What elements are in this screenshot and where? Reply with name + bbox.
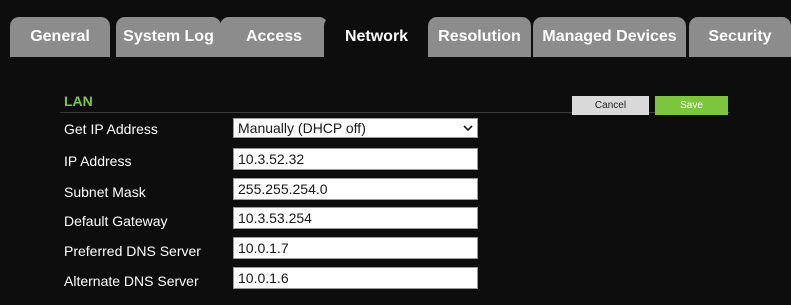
tab-general[interactable]: General [10, 17, 110, 57]
preferred-dns-label: Preferred DNS Server [64, 243, 201, 259]
save-button[interactable]: Save [655, 96, 728, 115]
subnet-mask-label: Subnet Mask [64, 184, 146, 200]
settings-window: General System Log Access Network Resolu… [0, 0, 791, 305]
section-title: LAN [64, 93, 93, 109]
tab-access[interactable]: Access [220, 17, 328, 57]
get-ip-address-value: Manually (DHCP off) [238, 120, 366, 136]
tab-security[interactable]: Security [689, 17, 791, 57]
alternate-dns-label: Alternate DNS Server [64, 273, 199, 289]
tab-system-log[interactable]: System Log [116, 17, 221, 57]
subnet-mask-field[interactable]: 255.255.254.0 [233, 178, 478, 200]
preferred-dns-field[interactable]: 10.0.1.7 [233, 237, 478, 259]
chevron-down-icon [459, 119, 477, 137]
alternate-dns-field[interactable]: 10.0.1.6 [233, 267, 478, 289]
get-ip-address-select[interactable]: Manually (DHCP off) [233, 118, 478, 138]
tab-resolution[interactable]: Resolution [428, 17, 531, 57]
tab-managed-devices[interactable]: Managed Devices [533, 17, 686, 57]
cancel-button[interactable]: Cancel [572, 96, 649, 115]
default-gateway-field[interactable]: 10.3.53.254 [233, 207, 478, 229]
tab-network[interactable]: Network [324, 17, 429, 57]
tab-bar: General System Log Access Network Resolu… [10, 17, 791, 57]
ip-address-field[interactable]: 10.3.52.32 [233, 148, 478, 170]
ip-address-label: IP Address [64, 153, 132, 169]
get-ip-address-label: Get IP Address [64, 121, 158, 137]
default-gateway-label: Default Gateway [64, 213, 168, 229]
